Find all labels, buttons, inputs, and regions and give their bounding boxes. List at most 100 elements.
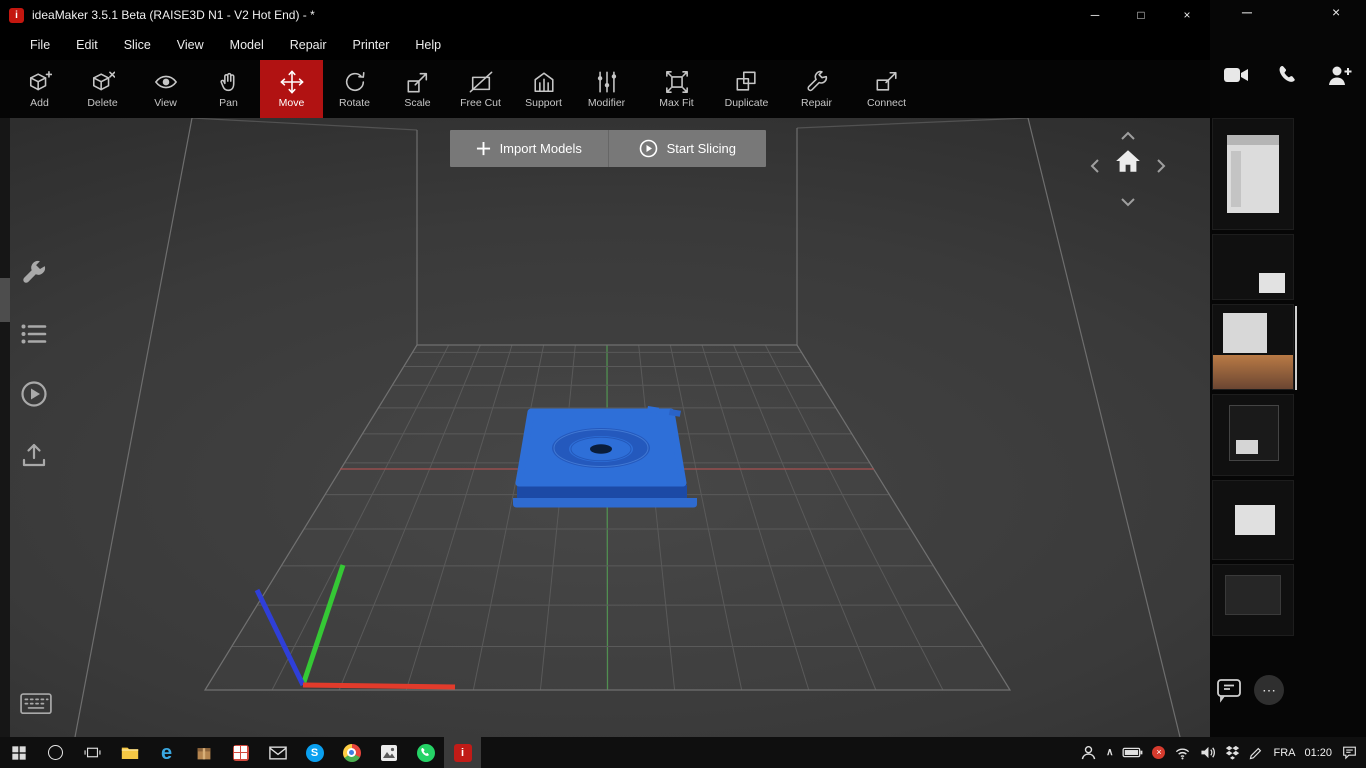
- red-grid-app-button[interactable]: [222, 737, 259, 768]
- phone-icon: [1279, 66, 1295, 82]
- delete-cube-icon: [92, 71, 115, 90]
- settings-wrench-button[interactable]: [20, 258, 48, 286]
- screen-thumbnail[interactable]: [1212, 304, 1294, 390]
- menu-view[interactable]: View: [164, 38, 217, 52]
- minimize-button[interactable]: ─: [1072, 0, 1118, 30]
- menu-file[interactable]: File: [17, 38, 63, 52]
- modifier-sliders-icon: [597, 71, 616, 92]
- toolbar-label: Support: [525, 96, 562, 109]
- toolbar-rotate-button[interactable]: Rotate: [323, 60, 386, 118]
- screen-thumbnail[interactable]: [1212, 118, 1294, 230]
- cortana-search-button[interactable]: [37, 737, 74, 768]
- menu-slice[interactable]: Slice: [111, 38, 164, 52]
- windows-logo-icon: [11, 745, 26, 760]
- toolbar-support-button[interactable]: Support: [512, 60, 575, 118]
- model-3d[interactable]: [513, 406, 697, 508]
- chrome-button[interactable]: [333, 737, 370, 768]
- toolbar-add-button[interactable]: Add: [8, 60, 71, 118]
- toolbar-maxfit-button[interactable]: Max Fit: [645, 60, 708, 118]
- package-app-button[interactable]: [185, 737, 222, 768]
- viewport[interactable]: Import Models Start Slicing: [0, 118, 1210, 737]
- battery-icon[interactable]: [1122, 747, 1143, 758]
- voice-call-button[interactable]: [1268, 58, 1308, 92]
- toolbar-pan-button[interactable]: Pan: [197, 60, 260, 118]
- start-slicing-button[interactable]: Start Slicing: [607, 130, 767, 167]
- thumbnail-scrollbar[interactable]: [1295, 306, 1297, 390]
- panel-close-button[interactable]: ×: [1332, 4, 1340, 20]
- tray-expand-icon[interactable]: ∧: [1106, 747, 1113, 758]
- language-indicator[interactable]: FRA: [1273, 747, 1295, 759]
- windows-taskbar: e S i ∧ × FRA 01:20: [0, 737, 1366, 768]
- move-arrows-icon: [280, 70, 303, 93]
- panel-minimize-button[interactable]: ─: [1242, 4, 1252, 20]
- start-button[interactable]: [0, 737, 37, 768]
- ideamaker-taskbar-button[interactable]: i: [444, 737, 481, 768]
- skype-button[interactable]: S: [296, 737, 333, 768]
- close-button[interactable]: ×: [1164, 0, 1210, 30]
- photos-button[interactable]: [370, 737, 407, 768]
- toolbar-duplicate-button[interactable]: Duplicate: [715, 60, 778, 118]
- toolbar-scale-button[interactable]: Scale: [386, 60, 449, 118]
- notification-icon[interactable]: [1341, 745, 1358, 761]
- task-view-button[interactable]: [74, 737, 111, 768]
- menu-model[interactable]: Model: [217, 38, 277, 52]
- nav-left-button[interactable]: [1090, 158, 1100, 179]
- screen-thumbnail[interactable]: [1212, 480, 1294, 560]
- toolbar-modifier-button[interactable]: Modifier: [575, 60, 638, 118]
- toolbar-repair-button[interactable]: Repair: [785, 60, 848, 118]
- video-call-button[interactable]: [1216, 58, 1256, 92]
- menu-printer[interactable]: Printer: [340, 38, 403, 52]
- play-circle-icon: [639, 139, 657, 158]
- model-list-button[interactable]: [20, 320, 48, 348]
- screen-thumbnail[interactable]: [1212, 394, 1294, 476]
- ideamaker-logo-icon: i: [9, 7, 24, 23]
- chevron-up-icon: [1121, 131, 1135, 140]
- toolbar-move-button[interactable]: Move: [260, 60, 323, 118]
- eye-icon: [154, 75, 177, 88]
- support-icon: [533, 71, 554, 92]
- toolbar-freecut-button[interactable]: Free Cut: [449, 60, 512, 118]
- viewport-canvas[interactable]: [0, 118, 1210, 737]
- people-icon[interactable]: [1080, 745, 1097, 760]
- toolbar-view-button[interactable]: View: [134, 60, 197, 118]
- add-person-button[interactable]: [1320, 58, 1360, 92]
- menu-repair[interactable]: Repair: [277, 38, 340, 52]
- toolbar-delete-button[interactable]: Delete: [71, 60, 134, 118]
- chat-button[interactable]: [1214, 675, 1244, 705]
- screen-thumbnail[interactable]: [1212, 564, 1294, 636]
- plus-icon: [476, 141, 490, 156]
- import-models-button[interactable]: Import Models: [450, 130, 608, 167]
- play-circle-icon: [21, 381, 47, 407]
- menu-help[interactable]: Help: [402, 38, 454, 52]
- toolbar-label: Max Fit: [659, 96, 694, 109]
- nav-home-button[interactable]: [1114, 148, 1142, 179]
- wifi-icon[interactable]: [1174, 746, 1191, 760]
- import-models-label: Import Models: [499, 141, 582, 156]
- sync-error-icon[interactable]: ×: [1152, 746, 1166, 759]
- window-title: ideaMaker 3.5.1 Beta (RAISE3D N1 - V2 Ho…: [32, 8, 315, 22]
- menu-bar: File Edit Slice View Model Repair Printe…: [0, 30, 1210, 60]
- toolbar-label: Scale: [404, 96, 431, 109]
- nav-up-button[interactable]: [1120, 128, 1136, 146]
- export-button[interactable]: [20, 441, 48, 469]
- hand-icon: [219, 72, 234, 91]
- start-button[interactable]: [20, 380, 48, 408]
- speaker-icon[interactable]: [1200, 745, 1216, 760]
- chevron-left-icon: [1090, 159, 1099, 173]
- edge-browser-button[interactable]: e: [148, 737, 185, 768]
- mail-button[interactable]: [259, 737, 296, 768]
- maximize-button[interactable]: □: [1118, 0, 1164, 30]
- pen-icon[interactable]: [1249, 745, 1264, 760]
- keyboard-shortcuts-button[interactable]: [20, 693, 52, 715]
- screen-thumbnail[interactable]: [1212, 234, 1294, 300]
- nav-right-button[interactable]: [1156, 158, 1166, 179]
- add-cube-icon: [29, 70, 52, 90]
- dropbox-icon[interactable]: [1225, 745, 1240, 760]
- clock[interactable]: 01:20: [1304, 747, 1332, 759]
- file-explorer-button[interactable]: [111, 737, 148, 768]
- nav-down-button[interactable]: [1120, 194, 1136, 212]
- more-options-button[interactable]: ⋯: [1254, 675, 1284, 705]
- toolbar-connect-button[interactable]: Connect: [855, 60, 918, 118]
- whatsapp-button[interactable]: [407, 737, 444, 768]
- menu-edit[interactable]: Edit: [63, 38, 111, 52]
